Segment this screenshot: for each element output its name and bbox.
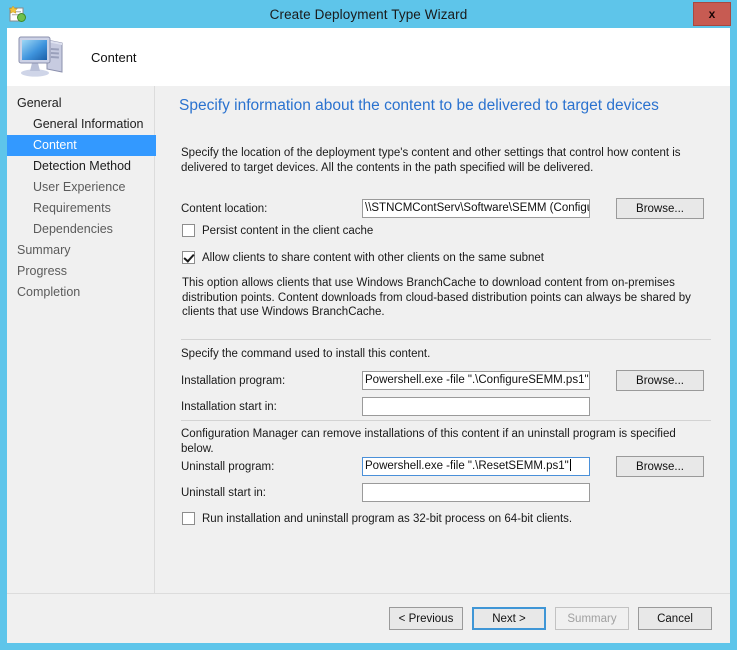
installation-start-in-label: Installation start in: (181, 401, 277, 413)
uninstall-start-in-label: Uninstall start in: (181, 487, 267, 499)
installation-program-label: Installation program: (181, 375, 286, 387)
dialog-frame: Content General General Information Cont… (7, 28, 730, 643)
content-location-browse-button[interactable]: Browse... (616, 198, 704, 219)
persist-content-checkbox[interactable] (182, 224, 195, 237)
sidebar-item-detection-method[interactable]: Detection Method (7, 156, 154, 177)
separator-uninstall (181, 420, 711, 421)
sidebar-item-general-information[interactable]: General Information (7, 114, 154, 135)
previous-button[interactable]: < Previous (389, 607, 463, 630)
wizard-document-icon (8, 5, 27, 24)
installation-program-browse-button[interactable]: Browse... (616, 370, 704, 391)
share-content-checkbox[interactable] (182, 251, 195, 264)
uninstall-program-input[interactable]: Powershell.exe -file ".\ResetSEMM.ps1" (362, 457, 590, 476)
close-button[interactable]: x (693, 2, 731, 26)
persist-content-label: Persist content in the client cache (202, 224, 374, 237)
sidebar-item-general[interactable]: General (7, 93, 154, 114)
install-section-note: Specify the command used to install this… (181, 348, 431, 360)
share-content-checkbox-row[interactable]: Allow clients to share content with othe… (182, 251, 544, 264)
installation-program-input[interactable]: Powershell.exe -file ".\ConfigureSEMM.ps… (362, 371, 590, 390)
sidebar-item-completion[interactable]: Completion (7, 282, 154, 303)
uninstall-section-note: Configuration Manager can remove install… (181, 428, 676, 455)
sidebar-item-dependencies[interactable]: Dependencies (7, 219, 154, 240)
content-location-input[interactable]: \\STNCMContServ\Software\SEMM (Configura… (362, 199, 590, 218)
persist-content-checkbox-row[interactable]: Persist content in the client cache (182, 224, 373, 237)
content-pane: Specify information about the content to… (156, 86, 730, 593)
run-32bit-label: Run installation and uninstall program a… (202, 512, 573, 525)
dialog-footer: < Previous Next > Summary Cancel (7, 593, 730, 643)
page-title: Specify information about the content to… (179, 97, 659, 114)
computer-monitor-icon (17, 32, 69, 83)
page-header-title: Content (91, 49, 137, 65)
text-caret (569, 459, 571, 471)
uninstall-program-browse-button[interactable]: Browse... (616, 456, 704, 477)
dialog-body: General General Information Content Dete… (7, 86, 730, 643)
cancel-button[interactable]: Cancel (638, 607, 712, 630)
title-bar: Create Deployment Type Wizard x (0, 0, 737, 28)
wizard-window: Create Deployment Type Wizard x Content … (0, 0, 737, 650)
summary-button[interactable]: Summary (555, 607, 629, 630)
page-header: Content (7, 28, 730, 86)
uninstall-program-value: Powershell.exe -file ".\ResetSEMM.ps1" (365, 460, 569, 472)
sidebar-item-requirements[interactable]: Requirements (7, 198, 154, 219)
uninstall-program-label: Uninstall program: (181, 461, 275, 473)
branchcache-note: This option allows clients that use Wind… (182, 277, 691, 318)
installation-start-in-input[interactable] (362, 397, 590, 416)
next-button[interactable]: Next > (472, 607, 546, 630)
sidebar-item-progress[interactable]: Progress (7, 261, 154, 282)
uninstall-start-in-input[interactable] (362, 483, 590, 502)
window-title: Create Deployment Type Wizard (269, 6, 468, 22)
separator-install (181, 339, 711, 340)
sidebar-item-summary[interactable]: Summary (7, 240, 154, 261)
run-32bit-checkbox[interactable] (182, 512, 195, 525)
intro-description: Specify the location of the deployment t… (181, 147, 681, 174)
wizard-step-sidebar: General General Information Content Dete… (7, 86, 188, 593)
sidebar-item-user-experience[interactable]: User Experience (7, 177, 154, 198)
share-content-label: Allow clients to share content with othe… (202, 251, 544, 264)
run-32bit-checkbox-row[interactable]: Run installation and uninstall program a… (182, 512, 572, 525)
content-location-label: Content location: (181, 203, 268, 215)
